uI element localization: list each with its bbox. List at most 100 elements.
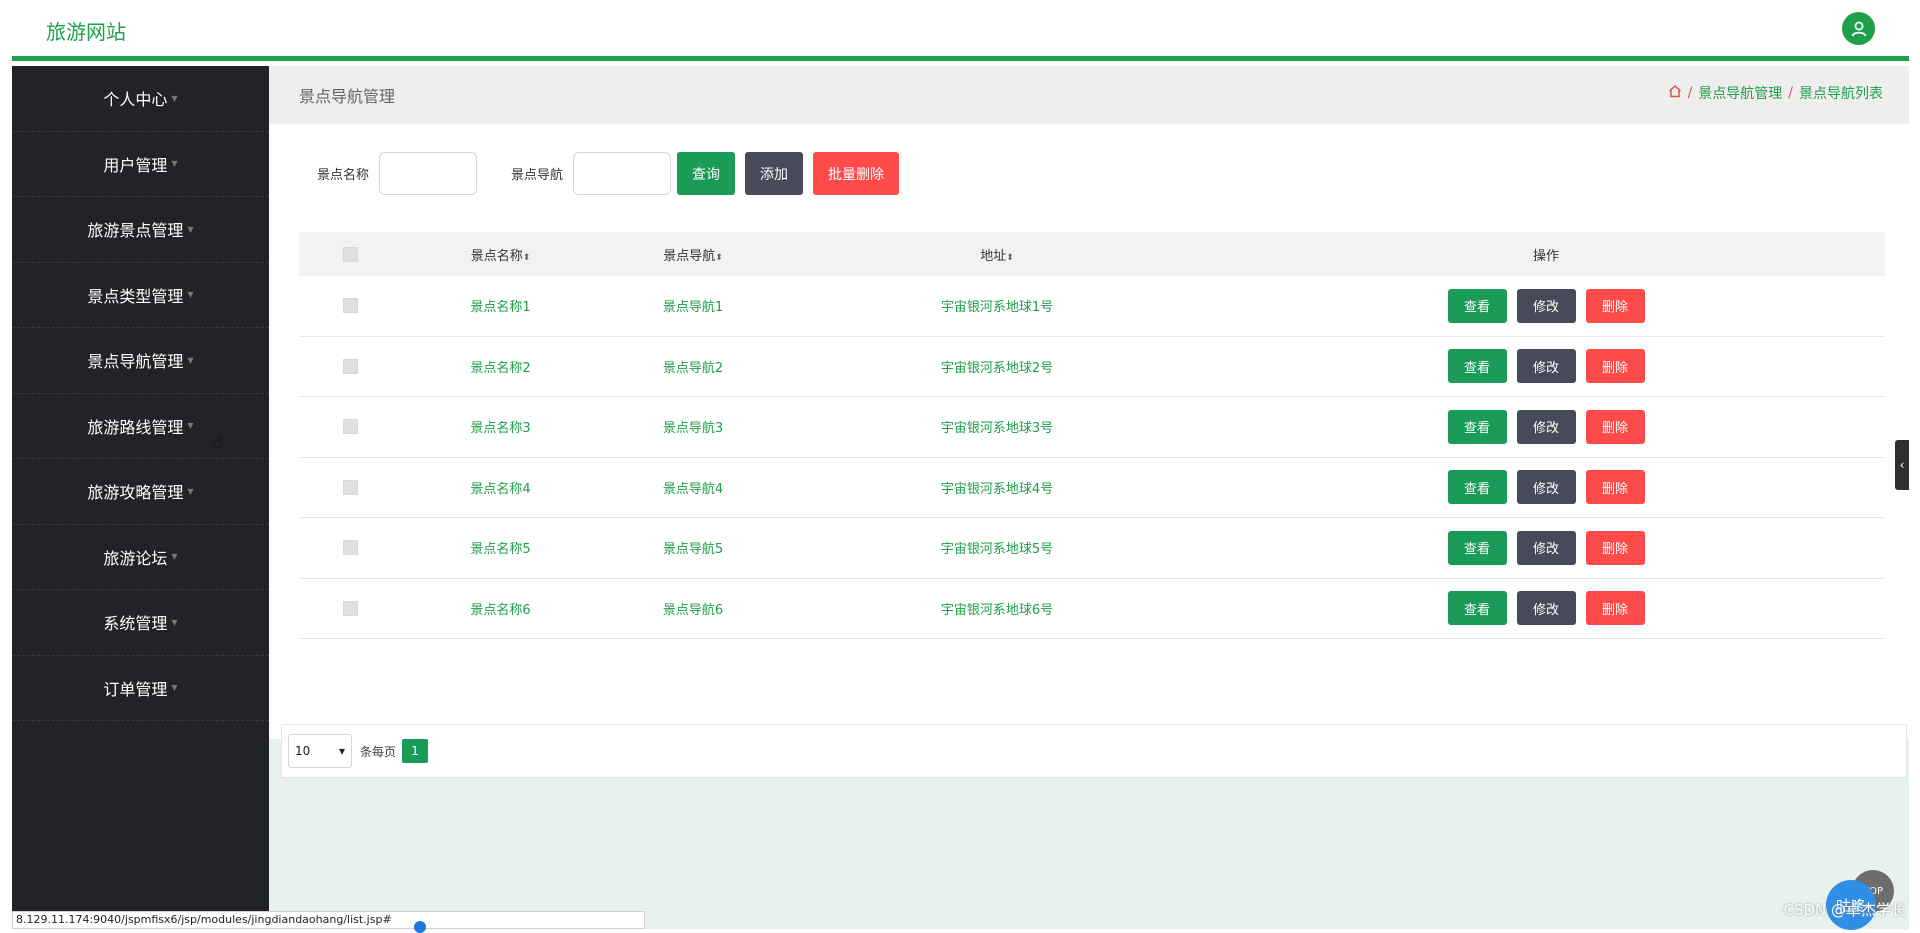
delete-button[interactable]: 删除 [1585, 470, 1645, 505]
delete-button[interactable]: 删除 [1585, 591, 1645, 626]
sidebar-item-forum[interactable]: 旅游论坛 ▼ [12, 525, 269, 590]
table-row: 景点名称6 景点导航6 宇宙银河系地球6号 查看 修改 删除 [299, 579, 1885, 639]
column-header-navigation[interactable]: 景点导航⬍ [599, 245, 787, 264]
dropdown-arrow-icon: ▾ [338, 744, 345, 758]
cell-address: 宇宙银河系地球5号 [940, 542, 1054, 558]
browser-status-url: 8.129.11.174:9040/jspmfisx6/jsp/modules/… [12, 911, 645, 929]
cell-navigation: 景点导航5 [662, 542, 724, 558]
page-size-label: 条每页 [360, 744, 397, 759]
delete-button[interactable]: 删除 [1585, 349, 1645, 384]
sidebar-item-personal-center[interactable]: 个人中心 ▼ [12, 66, 269, 132]
cell-navigation: 景点导航4 [662, 481, 724, 497]
edit-button[interactable]: 修改 [1516, 288, 1576, 323]
attraction-navigation-input[interactable] [573, 152, 672, 195]
view-button[interactable]: 查看 [1447, 470, 1507, 505]
content-panel: 景点名称 景点导航 查询 添加 批量删除 景点名称⬍ 景点导航⬍ 地址⬍ 操作 … [269, 124, 1909, 778]
user-avatar-icon[interactable] [1842, 12, 1875, 45]
navigation-label: 景点导航 [511, 168, 564, 183]
sidebar: 个人中心 ▼ 用户管理 ▼ 旅游景点管理 ▼ 景点类型管理 ▼ 景点导航管理 ▼ 旅游路线… [12, 66, 269, 929]
row-checkbox[interactable] [343, 540, 358, 556]
sidebar-item-guides[interactable]: 旅游攻略管理 ▼ [12, 459, 269, 525]
query-button[interactable]: 查询 [677, 152, 736, 195]
page-number-current[interactable]: 1 [402, 739, 429, 763]
delete-button[interactable]: 删除 [1585, 530, 1645, 565]
breadcrumb-item-section[interactable]: 景点导航管理 [1698, 83, 1782, 103]
column-header-name[interactable]: 景点名称⬍ [402, 245, 599, 264]
select-all-checkbox[interactable] [343, 246, 358, 262]
sidebar-item-attraction-navigation[interactable]: 景点导航管理 ▼ [12, 328, 269, 394]
collapse-panel-tab[interactable]: ‹ [1895, 440, 1909, 490]
cell-name: 景点名称2 [470, 360, 531, 376]
page-title: 景点导航管理 [299, 87, 396, 106]
search-form: 景点名称 景点导航 查询 添加 批量删除 [317, 152, 909, 195]
table-row: 景点名称2 景点导航2 宇宙银河系地球2号 查看 修改 删除 [299, 337, 1885, 397]
caret-down-icon: ▼ [171, 683, 178, 693]
cell-navigation: 景点导航3 [662, 421, 724, 437]
table-header: 景点名称⬍ 景点导航⬍ 地址⬍ 操作 [299, 232, 1885, 276]
caret-down-icon: ▼ [187, 224, 194, 234]
sidebar-item-attraction-types[interactable]: 景点类型管理 ▼ [12, 263, 269, 328]
caret-down-icon: ▼ [187, 421, 194, 431]
row-checkbox[interactable] [343, 600, 358, 616]
top-bar: 旅游网站 [12, 0, 1909, 61]
row-checkbox[interactable] [343, 298, 358, 314]
edit-button[interactable]: 修改 [1516, 591, 1576, 626]
breadcrumb-separator: / [1687, 85, 1693, 101]
view-button[interactable]: 查看 [1447, 591, 1507, 626]
caret-down-icon: ▼ [187, 355, 194, 365]
view-button[interactable]: 查看 [1447, 288, 1507, 323]
breadcrumb-separator: / [1788, 85, 1793, 101]
sidebar-item-user-management[interactable]: 用户管理 ▼ [12, 132, 269, 197]
caret-down-icon: ▼ [171, 552, 178, 562]
cell-navigation: 景点导航6 [662, 602, 724, 618]
main-area: 景点导航管理 / 景点导航管理 / 景点导航列表 景点名称 景点导航 查询 添加… [269, 66, 1909, 929]
cell-address: 宇宙银河系地球6号 [940, 602, 1054, 618]
caret-down-icon: ▼ [171, 617, 178, 627]
view-button[interactable]: 查看 [1447, 530, 1507, 565]
view-button[interactable]: 查看 [1447, 349, 1507, 384]
cell-navigation: 景点导航2 [662, 360, 724, 376]
column-header-address[interactable]: 地址⬍ [787, 245, 1207, 264]
delete-button[interactable]: 删除 [1585, 409, 1645, 444]
breadcrumb: / 景点导航管理 / 景点导航列表 [1668, 83, 1883, 103]
edit-button[interactable]: 修改 [1516, 409, 1576, 444]
row-checkbox[interactable] [343, 479, 358, 495]
caret-down-icon: ▼ [187, 486, 194, 496]
sidebar-item-routes[interactable]: 旅游路线管理 ▼ [12, 394, 269, 459]
row-checkbox[interactable] [343, 358, 358, 374]
edit-button[interactable]: 修改 [1516, 349, 1576, 384]
cell-name: 景点名称1 [470, 300, 531, 316]
cell-name: 景点名称6 [470, 602, 531, 618]
cell-address: 宇宙银河系地球2号 [940, 360, 1054, 376]
mouse-pointer-icon: ☝ [212, 432, 223, 453]
attraction-name-input[interactable] [379, 152, 478, 195]
delete-button[interactable]: 删除 [1585, 288, 1645, 323]
page-size-select[interactable]: 10 ▾ [288, 734, 352, 768]
name-label: 景点名称 [317, 168, 370, 183]
caret-down-icon: ▼ [171, 93, 178, 103]
table-row: 景点名称1 景点导航1 宇宙银河系地球1号 查看 修改 删除 [299, 276, 1885, 337]
site-brand[interactable]: 旅游网站 [46, 16, 126, 45]
sort-icon[interactable]: ⬍ [523, 253, 531, 263]
caret-down-icon: ▼ [187, 290, 194, 300]
sort-icon[interactable]: ⬍ [1006, 253, 1014, 263]
column-header-operations: 操作 [1532, 248, 1559, 264]
home-icon[interactable] [1668, 84, 1682, 102]
cell-address: 宇宙银河系地球1号 [940, 300, 1054, 316]
edit-button[interactable]: 修改 [1516, 470, 1576, 505]
sort-icon[interactable]: ⬍ [715, 253, 723, 263]
add-button[interactable]: 添加 [745, 152, 804, 195]
sidebar-item-system[interactable]: 系统管理 ▼ [12, 590, 269, 656]
sidebar-item-attractions[interactable]: 旅游景点管理 ▼ [12, 197, 269, 263]
cell-navigation: 景点导航1 [662, 300, 724, 316]
breadcrumb-item-current: 景点导航列表 [1799, 86, 1883, 102]
cell-name: 景点名称3 [470, 421, 531, 437]
caret-down-icon: ▼ [171, 159, 178, 169]
row-checkbox[interactable] [343, 419, 358, 435]
edit-button[interactable]: 修改 [1516, 530, 1576, 565]
cell-name: 景点名称4 [470, 481, 531, 497]
window-left-edge [0, 0, 12, 929]
view-button[interactable]: 查看 [1447, 409, 1507, 444]
batch-delete-button[interactable]: 批量删除 [813, 152, 900, 195]
sidebar-item-orders[interactable]: 订单管理 ▼ [12, 656, 269, 721]
